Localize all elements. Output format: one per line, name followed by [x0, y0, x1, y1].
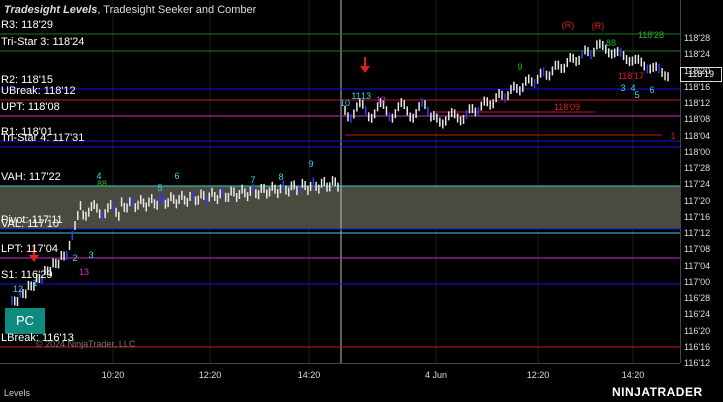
level-label: LPT: 117'04: [1, 243, 58, 255]
count-label: 7: [250, 175, 256, 185]
chart-title: Tradesight Levels, Tradesight Seeker and…: [4, 4, 256, 16]
chart-studies: , Tradesight Seeker and Comber: [97, 4, 257, 16]
time-tick: 10:20: [101, 370, 125, 380]
level-label: S1: 116'29: [1, 269, 53, 281]
count-label: 12: [375, 95, 387, 105]
tab-levels[interactable]: Levels: [4, 388, 30, 398]
price-tick: 117'24: [684, 179, 711, 190]
price-tick: 117'00: [684, 276, 711, 287]
level-label: R3: 118'29: [1, 19, 54, 31]
count-label: 118'17: [617, 71, 645, 81]
price-tick: 116'12: [684, 358, 711, 368]
count-label: 118'28: [637, 30, 665, 40]
level-label: Tri-Star 4: 117'31: [1, 132, 85, 144]
count-label: 88: [96, 179, 108, 189]
count-label: (R): [561, 20, 575, 30]
count-label: 13: [78, 267, 90, 277]
count-label: 2: [72, 253, 78, 263]
time-tick: 12:20: [526, 370, 550, 380]
price-tick: 117'16: [684, 211, 711, 222]
price-tick: 118'16: [684, 81, 711, 92]
time-tick: 14:20: [621, 370, 645, 380]
count-label: 5: [157, 183, 163, 193]
time-tick: 4 Jun: [424, 370, 448, 380]
price-tick: 118'12: [684, 98, 711, 108]
price-tick: 117'20: [684, 195, 711, 206]
price-tick: 117'12: [684, 228, 711, 238]
price-tick: 118'08: [684, 114, 711, 125]
count-label: 3: [620, 83, 626, 93]
count-label: 13: [360, 91, 372, 101]
price-tick: 117'08: [684, 244, 711, 255]
value-area-band: [0, 186, 680, 229]
count-label: 3: [88, 250, 94, 260]
level-label: VAL: 117'10: [1, 218, 59, 230]
price-tick: 118'28: [684, 33, 711, 43]
count-label: 10: [339, 98, 351, 108]
level-label: VAH: 117'22: [1, 171, 61, 183]
price-tick: 118'20: [684, 65, 711, 76]
pc-button[interactable]: PC: [5, 308, 45, 334]
count-label: 9: [308, 159, 314, 169]
count-label: 9: [517, 62, 523, 72]
count-label: 1: [32, 278, 38, 288]
sell-arrow-icon: [360, 57, 370, 73]
count-label: 8: [278, 172, 284, 182]
price-tick: 116'16: [684, 341, 711, 352]
price-tick: 116'20: [684, 325, 711, 336]
time-tick: 14:20: [297, 370, 321, 380]
price-tick: 117'04: [684, 260, 711, 271]
count-label: 12: [12, 284, 24, 294]
count-label: 88: [605, 38, 617, 48]
count-label: 11: [351, 91, 361, 101]
ninjatrader-logo: NINJATRADER: [612, 385, 703, 399]
level-label: Tri-Star 3: 118'24: [1, 36, 85, 48]
price-tick: 118'00: [684, 146, 711, 157]
count-label: 5: [634, 90, 640, 100]
price-tick: 116'24: [684, 309, 711, 320]
level-label: UBreak: 118'12: [1, 85, 76, 97]
price-tick: 118'24: [684, 49, 711, 60]
time-tick: 12:20: [198, 370, 222, 380]
price-tick: 116'28: [684, 293, 711, 303]
price-tick: 117'28: [684, 163, 711, 173]
count-label: 118'09: [553, 102, 581, 112]
count-label: 6: [174, 171, 180, 181]
count-label: 1: [670, 131, 676, 141]
price-tick: 118'04: [684, 130, 711, 141]
count-label: 6: [649, 85, 655, 95]
chart-instrument: Tradesight Levels: [4, 4, 98, 16]
level-label: UPT: 118'08: [1, 101, 60, 113]
count-label: (R): [591, 21, 605, 31]
level-label: LBreak: 116'13: [1, 332, 74, 344]
